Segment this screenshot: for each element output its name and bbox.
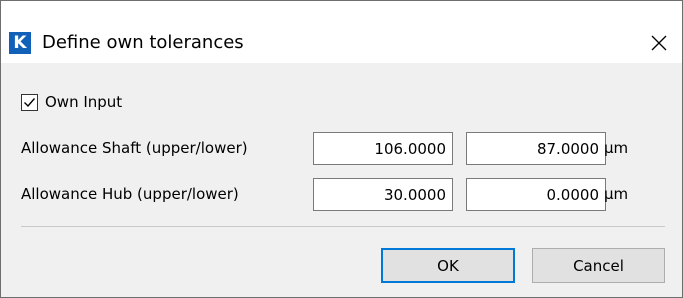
hub-lower-input[interactable]: [466, 178, 606, 211]
title-bar: K Define own tolerances: [1, 1, 682, 63]
close-button[interactable]: [636, 25, 682, 61]
window-title: Define own tolerances: [42, 32, 244, 53]
dialog-content: Own Input Allowance Shaft (upper/lower) …: [1, 63, 682, 297]
app-logo-icon: K: [9, 32, 31, 54]
hub-unit-label: μm: [604, 185, 629, 203]
allowance-shaft-label: Allowance Shaft (upper/lower): [21, 139, 248, 157]
shaft-lower-input[interactable]: [466, 132, 606, 165]
ok-button[interactable]: OK: [381, 248, 515, 283]
allowance-hub-label: Allowance Hub (upper/lower): [21, 185, 239, 203]
shaft-upper-input[interactable]: [313, 132, 453, 165]
allowance-hub-row: Allowance Hub (upper/lower) μm: [21, 178, 671, 211]
allowance-shaft-row: Allowance Shaft (upper/lower) μm: [21, 132, 671, 165]
own-input-checkbox[interactable]: [21, 93, 38, 111]
own-input-checkbox-row[interactable]: Own Input: [21, 93, 122, 111]
shaft-unit-label: μm: [604, 139, 629, 157]
define-tolerances-dialog: K Define own tolerances Own Input Allowa…: [0, 0, 683, 298]
checkmark-icon: [24, 97, 36, 107]
divider: [21, 226, 665, 227]
hub-upper-input[interactable]: [313, 178, 453, 211]
cancel-button[interactable]: Cancel: [532, 248, 665, 283]
close-icon: [651, 35, 667, 51]
own-input-label: Own Input: [45, 93, 123, 111]
